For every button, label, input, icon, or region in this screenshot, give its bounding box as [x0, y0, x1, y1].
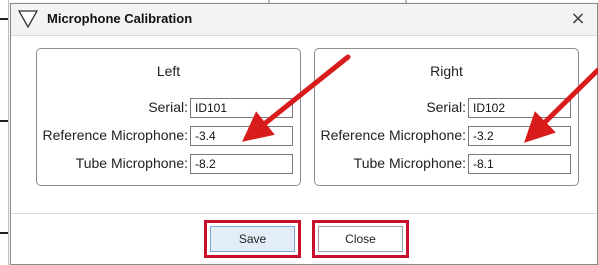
close-button-highlight: Close — [312, 220, 409, 258]
right-panel-title: Right — [430, 63, 463, 79]
right-reference-mic-label: Reference Microphone: — [320, 127, 466, 143]
left-panel: Left Serial: Reference Microphone: Tube … — [36, 48, 301, 186]
left-serial-label: Serial: — [148, 99, 188, 115]
right-panel: Right Serial: Reference Microphone: Tube… — [314, 48, 579, 186]
left-tube-mic-label: Tube Microphone: — [75, 155, 188, 171]
left-serial-field[interactable] — [190, 98, 293, 118]
right-tube-mic-field[interactable] — [468, 154, 571, 174]
background-divider — [8, 0, 9, 265]
triangle-down-icon — [18, 10, 38, 28]
background-tick — [0, 120, 8, 122]
left-reference-mic-label: Reference Microphone: — [42, 127, 188, 143]
background-tick — [0, 232, 8, 234]
button-area-divider — [11, 213, 597, 214]
screenshot: Microphone Calibration × Left Serial: Re… — [0, 0, 598, 265]
right-tube-mic-label: Tube Microphone: — [353, 155, 466, 171]
left-panel-title: Left — [156, 63, 181, 79]
right-serial-field[interactable] — [468, 98, 571, 118]
left-reference-mic-field[interactable] — [190, 126, 293, 146]
close-button[interactable]: Close — [318, 226, 403, 252]
microphone-calibration-dialog: Microphone Calibration × Left Serial: Re… — [10, 3, 598, 265]
title-bar: Microphone Calibration × — [11, 4, 597, 36]
save-button[interactable]: Save — [210, 226, 295, 252]
left-tube-mic-field[interactable] — [190, 154, 293, 174]
right-serial-label: Serial: — [426, 99, 466, 115]
dialog-title: Microphone Calibration — [47, 11, 193, 26]
background-tick — [0, 18, 8, 20]
right-reference-mic-field[interactable] — [468, 126, 571, 146]
save-button-highlight: Save — [204, 220, 301, 258]
close-icon[interactable]: × — [567, 8, 589, 30]
